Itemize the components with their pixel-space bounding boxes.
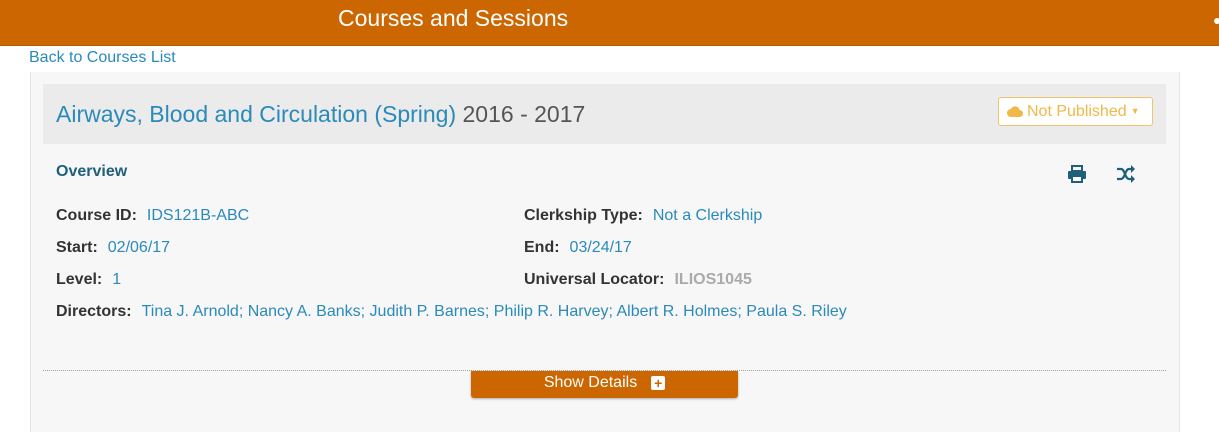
print-icon[interactable] (1066, 164, 1088, 184)
end-date-field: End: 03/24/17 (524, 239, 632, 257)
show-details-button[interactable]: Show Details + (471, 371, 738, 398)
level-label: Level: (56, 271, 103, 288)
clerkship-label: Clerkship Type: (524, 207, 643, 224)
end-value[interactable]: 03/24/17 (570, 239, 632, 256)
plus-icon: + (651, 376, 666, 390)
top-bar: Courses and Sessions ● (0, 0, 1219, 46)
course-title-link[interactable]: Airways, Blood and Circulation (Spring) (56, 101, 456, 127)
clerkship-field: Clerkship Type: Not a Clerkship (524, 207, 762, 225)
directors-field: Directors: Tina J. Arnold; Nancy A. Banks… (56, 303, 847, 321)
start-label: Start: (56, 239, 98, 256)
show-details-label: Show Details (543, 374, 638, 391)
shuffle-icon[interactable] (1115, 164, 1137, 184)
end-label: End: (524, 239, 560, 256)
universal-locator-label: Universal Locator: (524, 271, 665, 288)
start-date-field: Start: 02/06/17 (56, 239, 170, 257)
user-menu-icon[interactable]: ● (1213, 13, 1219, 27)
universal-locator-value: ILIOS1045 (674, 271, 752, 288)
course-id-field: Course ID: IDS121B-ABC (56, 207, 249, 225)
clerkship-value[interactable]: Not a Clerkship (653, 207, 762, 224)
course-title: Airways, Blood and Circulation (Spring) … (56, 101, 585, 128)
page-title: Courses and Sessions (338, 5, 569, 31)
course-id-value[interactable]: IDS121B-ABC (147, 207, 249, 224)
overview-heading: Overview (56, 163, 128, 180)
directors-label: Directors: (56, 303, 132, 320)
course-year: 2016 - 2017 (462, 101, 586, 127)
level-value[interactable]: 1 (112, 271, 121, 288)
directors-value[interactable]: Tina J. Arnold; Nancy A. Banks; Judith P… (142, 303, 847, 320)
publish-status-label: Not Published (1027, 103, 1127, 120)
cloud-icon (1007, 106, 1023, 117)
publish-status-dropdown[interactable]: Not Published ▼ (998, 97, 1153, 126)
back-to-courses-link[interactable]: Back to Courses List (29, 49, 176, 67)
chevron-down-icon: ▼ (1130, 106, 1140, 116)
start-value[interactable]: 02/06/17 (108, 239, 170, 256)
course-id-label: Course ID: (56, 207, 137, 224)
level-field: Level: 1 (56, 271, 121, 289)
universal-locator-field: Universal Locator: ILIOS1045 (524, 271, 752, 289)
